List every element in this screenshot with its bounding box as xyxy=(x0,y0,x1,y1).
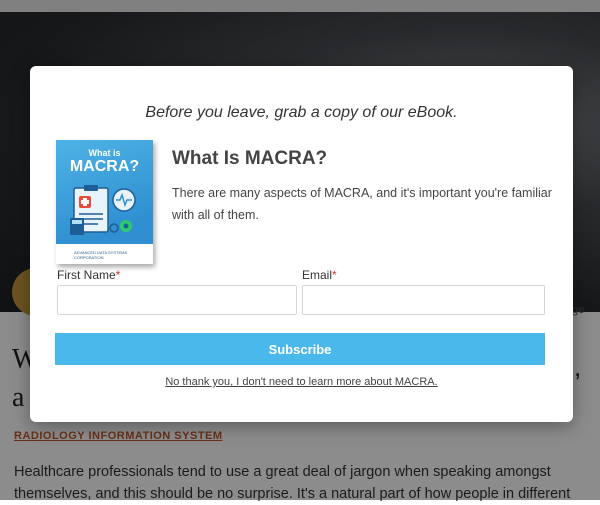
ebook-publisher-logo: ADVANCED DATA SYSTEMS CORPORATION xyxy=(74,250,128,260)
modal-tagline: Before you leave, grab a copy of our eBo… xyxy=(145,104,458,121)
required-asterisk: * xyxy=(115,268,121,282)
ebook-cover-title-small: What is xyxy=(88,148,121,158)
first-name-input[interactable] xyxy=(57,285,297,315)
first-name-label-text: First Name xyxy=(57,268,116,282)
first-name-label: First Name* xyxy=(57,268,120,282)
ebook-cover-image: What is MACRA? ADVANCED DATA SYSTEMS COR… xyxy=(56,140,153,264)
email-input[interactable] xyxy=(302,285,545,315)
clipboard-icon xyxy=(70,185,136,235)
email-label: Email* xyxy=(302,268,337,282)
required-asterisk: * xyxy=(332,268,337,282)
decline-link[interactable]: No thank you, I don't need to learn more… xyxy=(30,376,573,388)
exit-intent-modal: Before you leave, grab a copy of our eBo… xyxy=(30,66,573,422)
ebook-cover-title: MACRA? xyxy=(69,158,140,175)
modal-heading: What Is MACRA? xyxy=(172,148,328,169)
email-label-text: Email xyxy=(302,268,333,282)
ebook-cover-footer: ADVANCED DATA SYSTEMS CORPORATION xyxy=(56,244,153,264)
modal-description: There are many aspects of MACRA, and it'… xyxy=(172,186,552,222)
subscribe-button[interactable]: Subscribe xyxy=(55,333,545,365)
